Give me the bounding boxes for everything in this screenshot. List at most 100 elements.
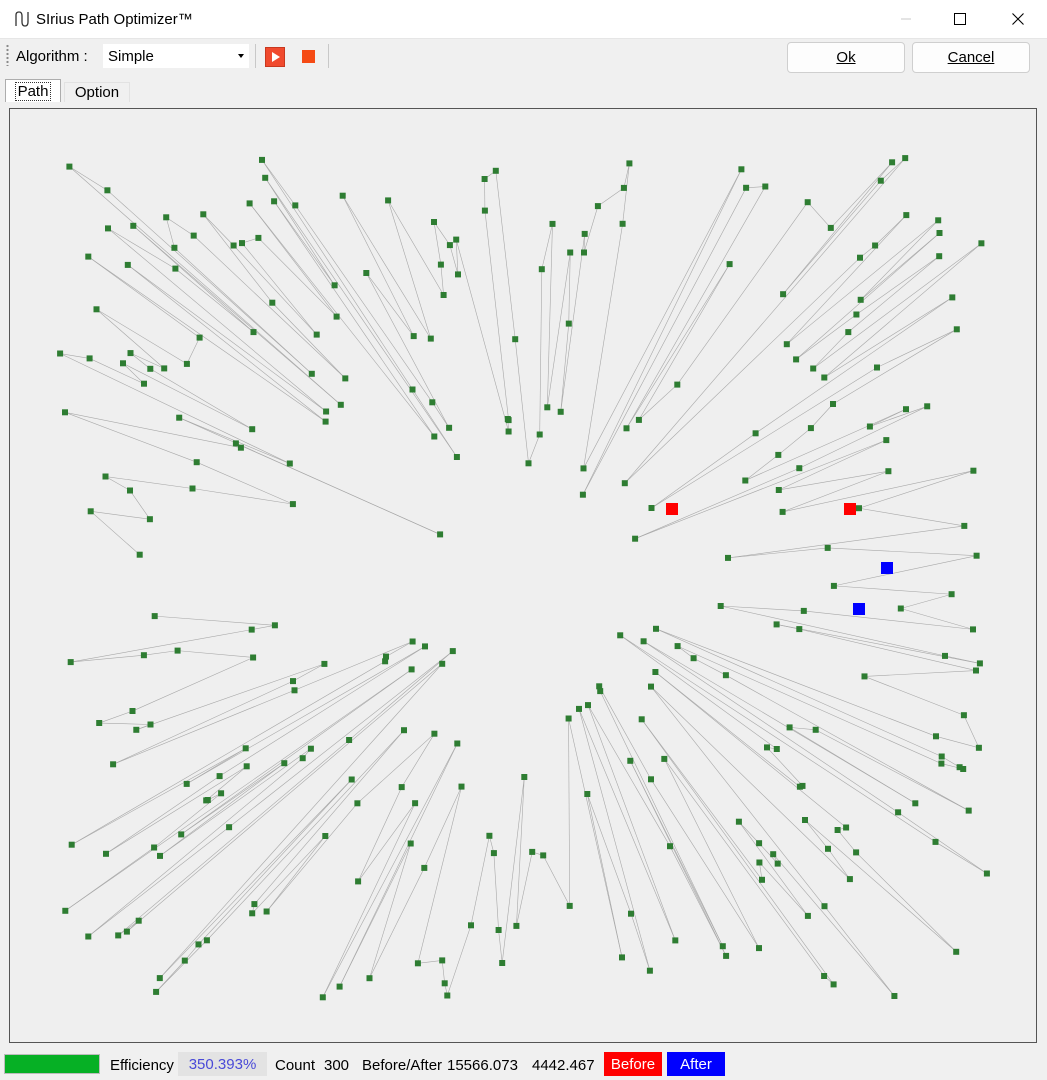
path-segment — [369, 843, 411, 979]
path-point — [674, 381, 681, 388]
cancel-button[interactable]: Cancel — [912, 42, 1030, 73]
path-point — [249, 426, 256, 433]
path-point — [321, 660, 328, 667]
path-segment — [827, 547, 977, 556]
maximize-button[interactable] — [936, 0, 984, 38]
path-point — [843, 824, 850, 831]
path-segment — [107, 190, 313, 375]
path-point — [414, 960, 421, 967]
path-point — [291, 687, 298, 694]
toolbar-separator — [255, 44, 256, 68]
path-segment — [514, 339, 529, 464]
path-point — [536, 431, 543, 438]
path-point — [802, 817, 808, 823]
path-point — [226, 824, 233, 831]
path-segment — [233, 245, 317, 335]
path-segment — [180, 669, 412, 835]
path-point — [970, 467, 977, 474]
tab-option[interactable]: Option — [64, 82, 130, 102]
path-point — [726, 261, 733, 268]
path-point — [717, 603, 724, 609]
path-point — [383, 653, 389, 660]
algorithm-select[interactable]: Simple — [102, 43, 250, 69]
path-point — [492, 167, 499, 174]
path-point — [619, 954, 625, 961]
path-point — [786, 724, 793, 731]
path-point — [845, 329, 852, 336]
path-segment — [154, 615, 275, 626]
stop-button[interactable] — [302, 50, 315, 63]
path-point — [752, 430, 759, 437]
path-segment — [624, 157, 906, 484]
path-point — [408, 666, 415, 673]
path-segment — [70, 629, 252, 663]
path-point — [857, 296, 864, 303]
path-segment — [772, 853, 895, 997]
path-segment — [858, 470, 974, 509]
path-point — [412, 800, 419, 807]
path-point — [938, 753, 945, 760]
path-segment — [99, 710, 133, 724]
path-point — [775, 487, 782, 493]
path-point — [976, 660, 983, 667]
path-point — [933, 733, 939, 740]
path-point — [453, 454, 460, 460]
progress-bar — [4, 1054, 100, 1074]
path-point — [307, 745, 314, 752]
path-segment — [273, 201, 435, 437]
path-point — [85, 933, 92, 940]
path-segment — [630, 913, 651, 971]
path-segment — [578, 708, 676, 941]
path-point — [804, 912, 811, 919]
path-point — [68, 841, 75, 848]
path-point — [200, 211, 207, 218]
play-button[interactable] — [265, 47, 285, 67]
path-segment — [528, 434, 540, 464]
path-segment — [864, 670, 977, 677]
path-point — [322, 833, 329, 839]
toolbar-grip[interactable] — [6, 44, 9, 66]
path-point — [895, 809, 902, 816]
path-point — [936, 230, 943, 236]
path-segment — [778, 470, 889, 491]
path-point — [897, 605, 904, 612]
tab-path[interactable]: Path — [5, 79, 61, 102]
path-point — [281, 760, 288, 767]
path-segment — [799, 406, 928, 469]
path-point — [965, 807, 972, 814]
path-segment — [71, 661, 386, 845]
path-segment — [795, 314, 857, 360]
maximize-icon — [954, 13, 966, 25]
path-segment — [433, 221, 451, 246]
path-point — [251, 901, 258, 908]
path-point — [120, 360, 126, 367]
path-segment — [186, 337, 200, 365]
close-button[interactable] — [994, 0, 1042, 38]
path-plot[interactable] — [10, 109, 1036, 1042]
path-point — [176, 414, 183, 421]
path-segment — [597, 187, 625, 207]
path-point — [885, 468, 892, 475]
path-point — [331, 282, 338, 289]
before-start-marker — [666, 503, 678, 515]
path-canvas[interactable] — [9, 108, 1037, 1043]
path-point — [770, 851, 777, 858]
path-point — [557, 408, 564, 415]
path-segment — [807, 201, 831, 229]
ok-button[interactable]: Ok — [787, 42, 905, 73]
path-point — [449, 648, 456, 655]
path-point — [690, 655, 697, 662]
path-segment — [786, 220, 939, 345]
path-segment — [228, 650, 453, 828]
path-segment — [641, 719, 763, 881]
path-point — [313, 331, 320, 338]
path-segment — [738, 821, 760, 844]
path-segment — [803, 610, 974, 630]
path-point — [824, 544, 831, 551]
minimize-button[interactable] — [882, 0, 930, 38]
path-point — [807, 425, 814, 432]
path-segment — [96, 309, 188, 365]
path-point — [427, 335, 434, 342]
path-segment — [96, 309, 165, 369]
path-point — [830, 582, 837, 589]
